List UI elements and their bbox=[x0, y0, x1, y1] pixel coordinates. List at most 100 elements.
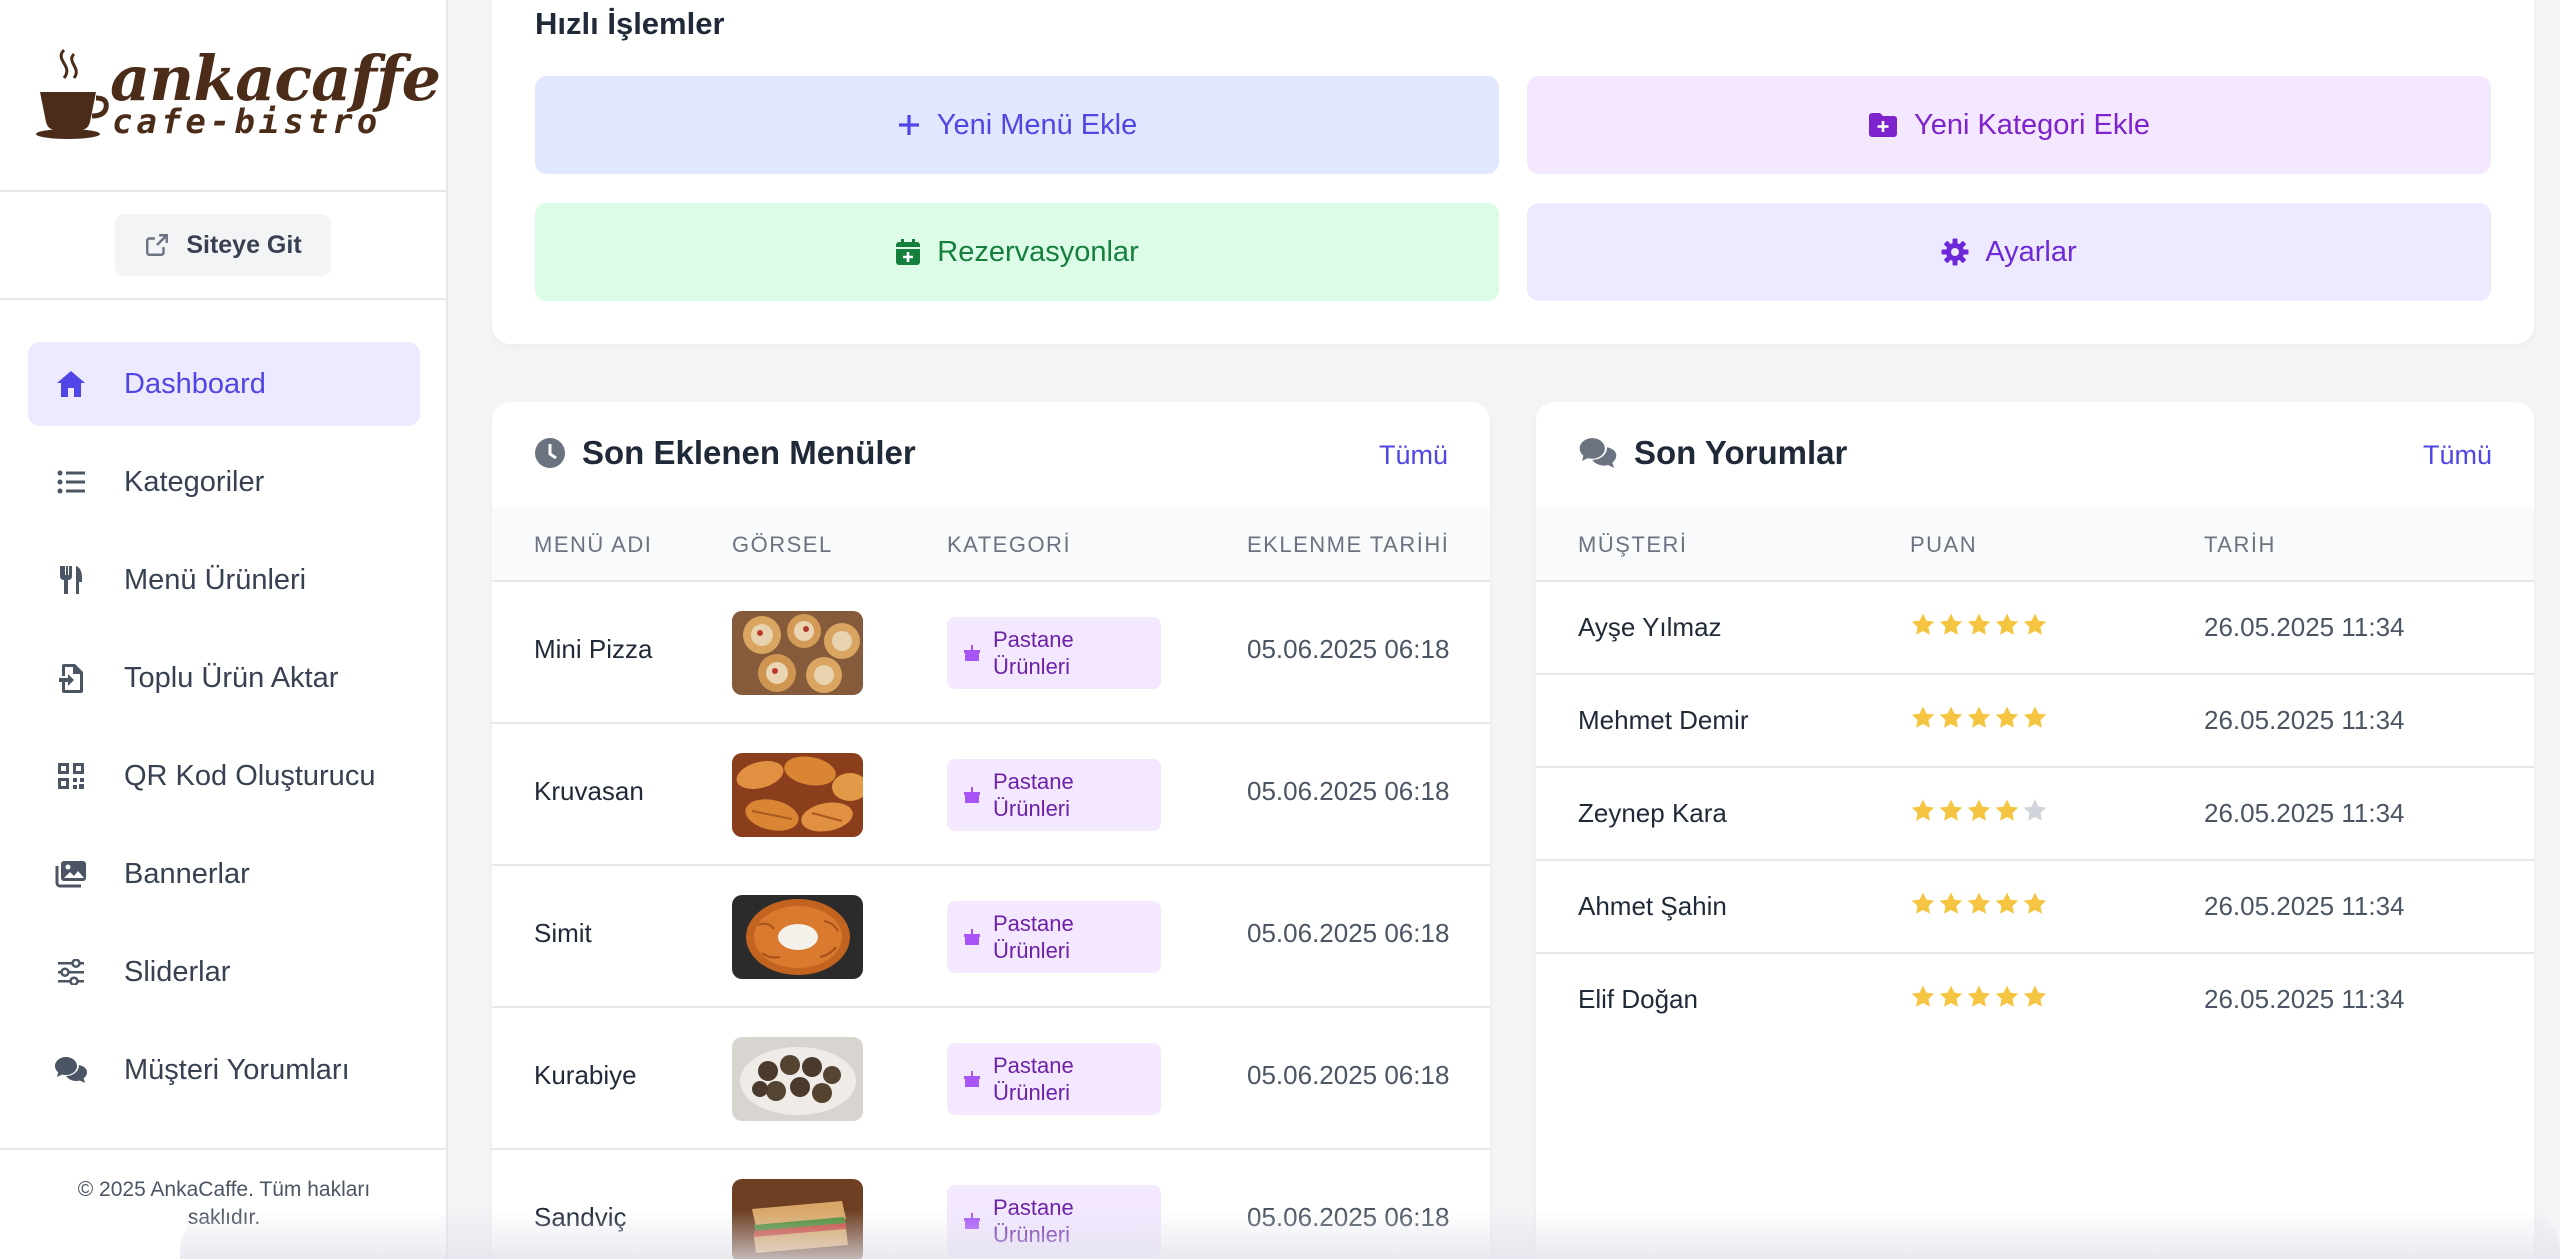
sidebar-item-sliders[interactable]: Sliderlar bbox=[28, 930, 420, 1014]
reservations-label: Rezervasyonlar bbox=[937, 235, 1139, 268]
comments-icon bbox=[54, 1053, 88, 1087]
menu-name: Sandviç bbox=[534, 1202, 627, 1232]
home-icon bbox=[54, 367, 88, 401]
menu-thumbnail bbox=[732, 1179, 863, 1259]
file-import-icon bbox=[54, 661, 88, 695]
recent-menus-card: Son Eklenen Menüler Tümü MENÜ ADI GÖRSEL… bbox=[492, 402, 1490, 1259]
cake-icon bbox=[964, 1071, 980, 1087]
table-row[interactable]: Mehmet Demir 26.05.2025 11:34 bbox=[1536, 675, 2534, 768]
sidebar: ankacaffe cafe-bistro Siteye Git Dashboa… bbox=[0, 0, 448, 1259]
review-date: 26.05.2025 11:34 bbox=[2204, 612, 2405, 642]
recent-reviews-all-link[interactable]: Tümü bbox=[2423, 440, 2492, 471]
clock-icon bbox=[535, 438, 565, 468]
star-rating bbox=[1910, 984, 2048, 1010]
quick-actions-card: Hızlı İşlemler Yeni Menü Ekle Yeni Kateg… bbox=[492, 0, 2534, 344]
brand-name: ankacaffe bbox=[110, 42, 441, 115]
table-row[interactable]: Kurabiye Pastane Ürünleri 05.06.2025 06:1… bbox=[492, 1008, 1490, 1150]
star-rating bbox=[1910, 705, 2048, 731]
star-filled-icon bbox=[1939, 706, 1963, 728]
settings-label: Ayarlar bbox=[1985, 235, 2077, 268]
col-header-category: KATEGORİ bbox=[947, 532, 1072, 557]
col-header-date: TARİH bbox=[2204, 532, 2276, 557]
star-filled-icon bbox=[1911, 985, 1935, 1007]
sidebar-item-label: Kategoriler bbox=[124, 465, 265, 498]
table-row[interactable]: Ahmet Şahin 26.05.2025 11:34 bbox=[1536, 861, 2534, 954]
category-label: Pastane Ürünleri bbox=[993, 911, 1074, 963]
utensils-icon bbox=[54, 563, 88, 597]
review-rows: Ayşe Yılmaz 26.05.2025 11:34 Mehmet Demi… bbox=[1536, 582, 2534, 1047]
add-category-button[interactable]: Yeni Kategori Ekle bbox=[1527, 76, 2491, 174]
recent-reviews-title-text: Son Yorumlar bbox=[1634, 434, 1848, 471]
star-empty-icon bbox=[2023, 799, 2047, 821]
table-row[interactable]: Elif Doğan 26.05.2025 11:34 bbox=[1536, 954, 2534, 1047]
table-row[interactable]: Ayşe Yılmaz 26.05.2025 11:34 bbox=[1536, 582, 2534, 675]
star-filled-icon bbox=[1967, 892, 1991, 914]
add-category-label: Yeni Kategori Ekle bbox=[1914, 108, 2150, 141]
sidebar-item-bulk-import[interactable]: Toplu Ürün Aktar bbox=[28, 636, 420, 720]
star-filled-icon bbox=[1939, 799, 1963, 821]
star-rating bbox=[1910, 798, 2048, 824]
menu-name: Mini Pizza bbox=[534, 634, 653, 664]
copyright-footer: © 2025 AnkaCaffe. Tüm hakları saklıdır. bbox=[0, 1148, 448, 1259]
star-filled-icon bbox=[1939, 985, 1963, 1007]
cake-icon bbox=[964, 787, 980, 803]
recent-reviews-title: Son Yorumlar bbox=[1578, 434, 1847, 472]
star-filled-icon bbox=[1911, 613, 1935, 635]
table-row[interactable]: Kruvasan Pastane Ürünleri 05.06.2025 06:1… bbox=[492, 724, 1490, 866]
category-label: Pastane Ürünleri bbox=[993, 1195, 1074, 1247]
customer-name: Zeynep Kara bbox=[1578, 798, 1727, 828]
sidebar-item-qr-generator[interactable]: QR Kod Oluşturucu bbox=[28, 734, 420, 818]
table-row[interactable]: Simit Pastane Ürünleri 05.06.2025 06:18 bbox=[492, 866, 1490, 1008]
review-date: 26.05.2025 11:34 bbox=[2204, 984, 2405, 1014]
col-header-image: GÖRSEL bbox=[732, 532, 833, 557]
sidebar-nav: Dashboard Kategoriler Menü Ürünleri Topl… bbox=[28, 342, 420, 1126]
visit-site-label: Siteye Git bbox=[186, 230, 302, 259]
star-filled-icon bbox=[1939, 892, 1963, 914]
star-filled-icon bbox=[1911, 892, 1935, 914]
table-row[interactable]: Zeynep Kara 26.05.2025 11:34 bbox=[1536, 768, 2534, 861]
sidebar-item-dashboard[interactable]: Dashboard bbox=[28, 342, 420, 426]
star-filled-icon bbox=[1911, 799, 1935, 821]
star-filled-icon bbox=[2023, 892, 2047, 914]
star-filled-icon bbox=[1995, 613, 2019, 635]
menu-name: Simit bbox=[534, 918, 592, 948]
settings-button[interactable]: Ayarlar bbox=[1527, 203, 2491, 301]
customer-name: Elif Doğan bbox=[1578, 984, 1698, 1014]
star-filled-icon bbox=[1967, 613, 1991, 635]
recent-reviews-header: Son Yorumlar Tümü bbox=[1536, 402, 2534, 508]
logo[interactable]: ankacaffe cafe-bistro bbox=[0, 0, 446, 192]
visit-site-button[interactable]: Siteye Git bbox=[115, 214, 331, 276]
star-filled-icon bbox=[1995, 892, 2019, 914]
sidebar-item-label: Toplu Ürün Aktar bbox=[124, 661, 339, 694]
sidebar-item-categories[interactable]: Kategoriler bbox=[28, 440, 420, 524]
sidebar-item-label: Müşteri Yorumları bbox=[124, 1053, 350, 1086]
sidebar-item-menu-products[interactable]: Menü Ürünleri bbox=[28, 538, 420, 622]
recent-menus-title: Son Eklenen Menüler bbox=[534, 434, 916, 472]
table-row[interactable]: Sandviç Pastane Ürünleri 05.06.2025 06:18 bbox=[492, 1150, 1490, 1259]
recent-menus-all-link[interactable]: Tümü bbox=[1379, 440, 1448, 471]
menu-date: 05.06.2025 06:18 bbox=[1247, 634, 1450, 664]
add-menu-label: Yeni Menü Ekle bbox=[936, 108, 1138, 141]
customer-name: Ahmet Şahin bbox=[1578, 891, 1727, 921]
col-header-customer: MÜŞTERİ bbox=[1578, 532, 1688, 557]
coffee-cup-icon bbox=[36, 48, 109, 139]
category-badge: Pastane Ürünleri bbox=[947, 759, 1161, 831]
review-date: 26.05.2025 11:34 bbox=[2204, 798, 2405, 828]
sliders-icon bbox=[54, 955, 88, 989]
menu-name: Kurabiye bbox=[534, 1060, 637, 1090]
recent-menus-title-text: Son Eklenen Menüler bbox=[582, 434, 916, 471]
menu-thumbnail bbox=[732, 1037, 863, 1121]
menu-date: 05.06.2025 06:18 bbox=[1247, 776, 1450, 806]
sidebar-item-label: Menü Ürünleri bbox=[124, 563, 307, 596]
table-row[interactable]: Mini Pizza Pastane Ürünleri 05.06.2025 06… bbox=[492, 582, 1490, 724]
folder-plus-icon bbox=[1869, 113, 1898, 137]
sidebar-item-reviews[interactable]: Müşteri Yorumları bbox=[28, 1028, 420, 1112]
star-filled-icon bbox=[1911, 706, 1935, 728]
qr-code-icon bbox=[54, 759, 88, 793]
sidebar-item-banners[interactable]: Bannerlar bbox=[28, 832, 420, 916]
recent-reviews-table-header: MÜŞTERİ PUAN TARİH bbox=[1536, 508, 2534, 582]
cake-icon bbox=[964, 929, 980, 945]
star-filled-icon bbox=[1995, 706, 2019, 728]
add-menu-button[interactable]: Yeni Menü Ekle bbox=[535, 76, 1499, 174]
reservations-button[interactable]: Rezervasyonlar bbox=[535, 203, 1499, 301]
